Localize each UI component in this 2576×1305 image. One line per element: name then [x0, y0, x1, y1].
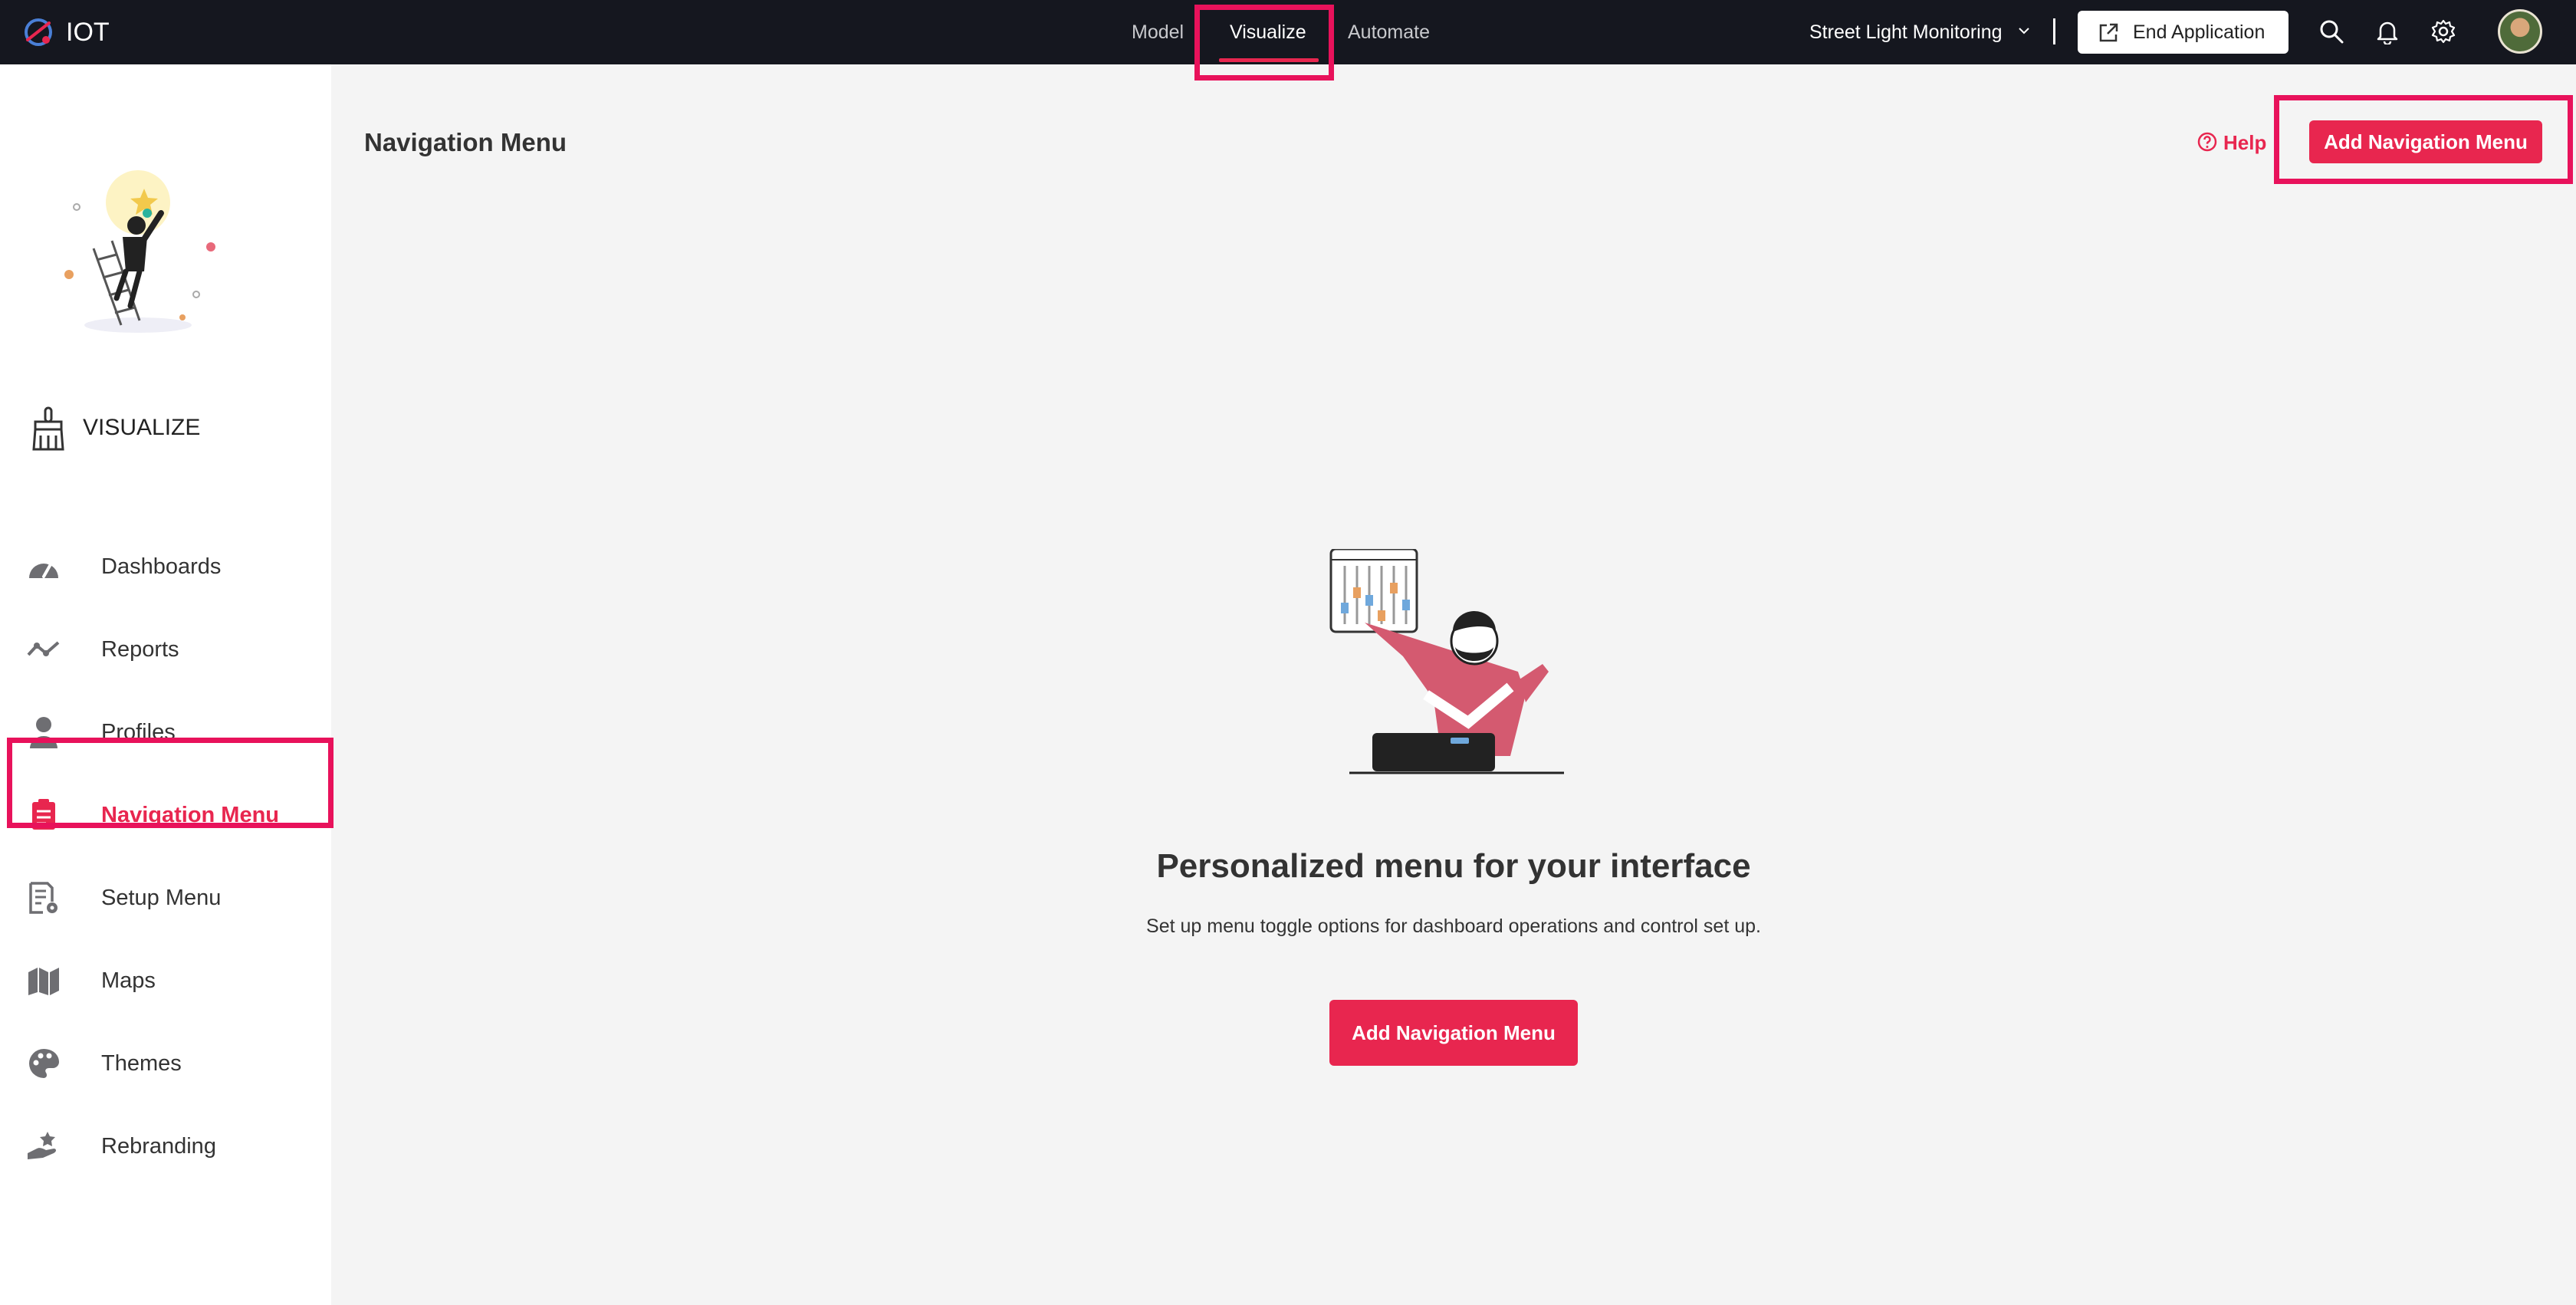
end-application-label: End Application — [2133, 21, 2266, 43]
document-gear-icon — [29, 882, 58, 914]
trend-line-icon — [27, 641, 60, 656]
search-icon[interactable] — [2318, 18, 2344, 44]
tab-model[interactable]: Model — [1132, 0, 1184, 64]
app-name: IOT — [66, 18, 110, 47]
application-selector[interactable]: Street Light Monitoring — [1809, 0, 2003, 64]
sidebar-item-label: Setup Menu — [101, 886, 222, 910]
sidebar-item-label: Rebranding — [101, 1134, 216, 1159]
empty-state-add-navigation-menu-button[interactable]: Add Navigation Menu — [1329, 1000, 1578, 1066]
sidebar-item-label: Themes — [101, 1051, 182, 1076]
hand-star-icon — [28, 1132, 56, 1159]
sidebar-item-label: Reports — [101, 637, 179, 662]
divider — [2053, 18, 2055, 44]
highlight-visualize-tab — [1194, 5, 1334, 81]
bell-icon[interactable] — [2374, 18, 2400, 44]
avatar[interactable] — [2498, 9, 2542, 54]
map-icon — [28, 968, 59, 995]
highlight-add-button — [2274, 95, 2573, 184]
chevron-down-icon[interactable] — [2018, 25, 2030, 37]
page-title: Navigation Menu — [364, 128, 567, 156]
sidebar-item-themes[interactable]: Themes — [0, 1029, 331, 1098]
empty-state-description: Set up menu toggle options for dashboard… — [1146, 915, 1761, 937]
sidebar-item-label: Maps — [101, 968, 156, 993]
help-link[interactable]: Help — [2197, 127, 2266, 158]
dashboard-icon — [29, 563, 58, 578]
sidebar-item-rebranding[interactable]: Rebranding — [0, 1112, 331, 1181]
sidebar-item-dashboards[interactable]: Dashboards — [0, 532, 331, 601]
sidebar-item-reports[interactable]: Reports — [0, 615, 331, 684]
sidebar-item-setup-menu[interactable]: Setup Menu — [0, 863, 331, 932]
external-link-icon — [2099, 23, 2118, 42]
palette-icon — [29, 1049, 59, 1078]
tab-automate[interactable]: Automate — [1348, 0, 1430, 64]
end-application-button[interactable]: End Application — [2078, 11, 2288, 54]
help-label: Help — [2223, 131, 2267, 154]
empty-state: Personalized menu for your interface — [331, 845, 2576, 888]
paint-brush-icon — [32, 406, 64, 451]
man-with-control-panel-illustration — [1329, 549, 1564, 774]
sidebar-item-label: Dashboards — [101, 554, 222, 579]
iot-logo-icon[interactable] — [20, 14, 57, 51]
sidebar-item-maps[interactable]: Maps — [0, 946, 331, 1015]
highlight-navigation-menu-item — [7, 738, 334, 828]
gear-icon[interactable] — [2430, 18, 2456, 44]
empty-state-title: Personalized menu for your interface — [1156, 847, 1751, 885]
sidebar: VISUALIZE Dashboards Reports Profiles Na… — [0, 64, 331, 1305]
climbing-person-illustration — [64, 170, 215, 333]
sidebar-section-title: VISUALIZE — [83, 415, 201, 440]
